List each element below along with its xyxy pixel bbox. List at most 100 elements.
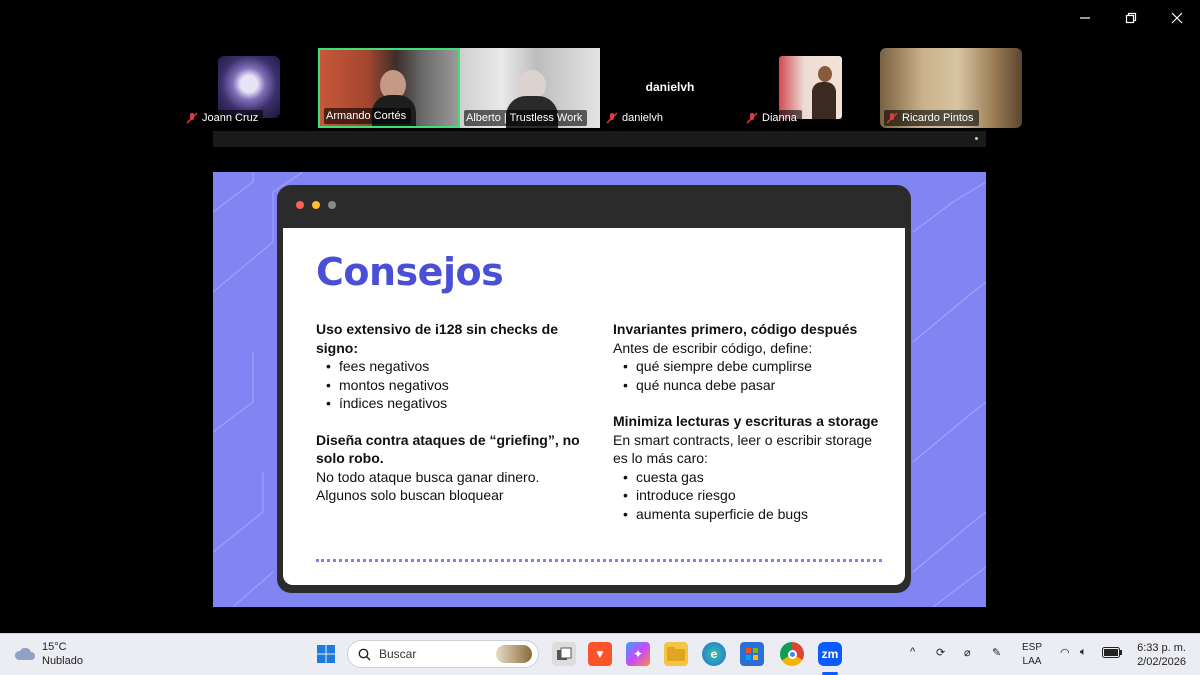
task-view-button[interactable] [552, 642, 576, 666]
block-title: Diseña contra ataques de “griefing”, no … [316, 431, 580, 467]
battery-icon [1102, 647, 1122, 658]
text-line: Antes de escribir código, define: [613, 339, 813, 356]
pen-button[interactable]: ✎ [992, 646, 1001, 659]
participant-tile-joann[interactable]: Joann Cruz [180, 48, 318, 128]
list-item: qué nunca debe pasar [623, 376, 893, 395]
window-controls [1062, 6, 1200, 30]
wifi-icon: ◠ [1060, 647, 1070, 659]
bullet-list: cuesta gas introduce riesgo aumenta supe… [613, 468, 893, 524]
windows-taskbar: 15°C Nublado Buscar ▼ ✦ e zm ^ ⟳ ⌀ ✎ ESP… [0, 633, 1200, 675]
edge-browser-button[interactable]: e [702, 642, 726, 666]
list-item: qué siempre debe cumplirse [623, 357, 893, 376]
keyboard-layout: LAA [1022, 656, 1042, 667]
mic-off-icon [606, 112, 618, 124]
zoom-icon: zm [821, 647, 839, 661]
participant-tile-alberto[interactable]: Alberto | Trustless Work [460, 48, 600, 128]
restore-button[interactable] [1108, 6, 1154, 30]
weather-desc: Nublado [42, 655, 83, 667]
volume-button[interactable]: 🔈︎ [1080, 646, 1087, 659]
zoom-app-button[interactable]: zm [818, 642, 842, 666]
file-explorer-button[interactable] [664, 642, 688, 666]
store-icon [746, 648, 758, 660]
text-line: Algunos solo buscan bloquear [316, 487, 504, 503]
participant-name: Alberto | Trustless Work [466, 112, 583, 124]
text-line: En smart contracts, leer o escribir stor… [613, 431, 873, 448]
mic-off-icon [186, 112, 198, 124]
slide-content: Consejos Uso extensivo de i128 sin check… [283, 228, 905, 585]
start-button[interactable] [314, 642, 338, 666]
task-view-icon [557, 647, 572, 660]
list-item: fees negativos [326, 357, 596, 376]
speaker-icon: 🔈︎ [1080, 646, 1087, 658]
participant-tile-dianna[interactable]: Dianna [740, 48, 880, 128]
recording-indicator [975, 137, 978, 140]
search-icon [358, 648, 371, 660]
folder-icon [667, 647, 685, 661]
brave-browser-button[interactable]: ▼ [588, 642, 612, 666]
input-language-button[interactable]: ESP LAA [1022, 641, 1042, 669]
person-silhouette [818, 66, 832, 82]
system-clock[interactable]: 6:33 p. m. 2/02/2026 [1137, 641, 1186, 669]
gray-dot [328, 201, 336, 209]
right-column: Invariantes primero, código después Ante… [613, 320, 893, 523]
chrome-browser-button[interactable] [780, 642, 804, 666]
pen-icon: ✎ [992, 647, 1002, 659]
cloud-icon [14, 647, 35, 660]
slide-title: Consejos [316, 250, 504, 294]
minimize-icon [1080, 17, 1090, 19]
minimize-button[interactable] [1062, 6, 1108, 30]
microsoft-store-button[interactable] [740, 642, 764, 666]
participant-name: Armando Cortés [326, 110, 407, 122]
search-placeholder: Buscar [379, 647, 417, 661]
edge-icon: e [710, 647, 718, 661]
yellow-dot [312, 201, 320, 209]
participant-name: Ricardo Pintos [902, 112, 974, 124]
brave-icon: ▼ [594, 647, 606, 661]
participant-tile-danielvh[interactable]: danielvh danielvh [600, 48, 740, 128]
mic-off-icon [746, 112, 758, 124]
network-off-button[interactable]: ⌀ [964, 646, 971, 659]
language-code: ESP [1022, 642, 1043, 653]
red-dot [296, 201, 304, 209]
close-icon [1171, 12, 1183, 24]
block-title: Uso extensivo de i128 sin checks de sign… [316, 321, 559, 356]
weather-widget[interactable]: 15°C Nublado [14, 640, 83, 668]
left-column: Uso extensivo de i128 sin checks de sign… [316, 320, 596, 505]
clock-date: 2/02/2026 [1137, 656, 1186, 668]
list-item: aumenta superficie de bugs [623, 505, 893, 524]
text-line: No todo ataque busca ganar dinero. [316, 468, 540, 485]
search-highlight-image [496, 645, 532, 663]
windows-logo-icon [317, 645, 335, 663]
participant-tile-ricardo[interactable]: Ricardo Pintos [880, 48, 1022, 128]
sync-button[interactable]: ⟳ [936, 646, 945, 659]
battery-button[interactable] [1102, 647, 1122, 661]
list-item: introduce riesgo [623, 486, 893, 505]
copilot-button[interactable]: ✦ [626, 642, 650, 666]
browser-window-mockup: Consejos Uso extensivo de i128 sin check… [277, 185, 911, 593]
no-network-icon: ⌀ [964, 647, 971, 659]
shared-slide: Consejos Uso extensivo de i128 sin check… [213, 172, 986, 607]
dotted-divider [316, 559, 882, 562]
list-item: cuesta gas [623, 468, 893, 487]
bullet-list: fees negativos montos negativos índices … [316, 357, 596, 413]
block-title: Invariantes primero, código después [613, 321, 858, 337]
share-toolbar-strip [213, 131, 986, 147]
participant-tile-armando[interactable]: Armando Cortés [318, 48, 460, 128]
participant-name: Dianna [762, 112, 797, 124]
wifi-button[interactable]: ◠ [1060, 646, 1070, 659]
list-item: índices negativos [326, 394, 596, 413]
show-hidden-icons-button[interactable]: ^ [910, 646, 915, 658]
weather-temp: 15°C [42, 641, 67, 653]
participant-name: Joann Cruz [202, 112, 259, 124]
bullet-list: qué siempre debe cumplirse qué nunca deb… [613, 357, 893, 394]
restore-icon [1125, 12, 1137, 24]
close-button[interactable] [1154, 6, 1200, 30]
sync-icon: ⟳ [936, 647, 946, 659]
clock-time: 6:33 p. m. [1137, 642, 1186, 654]
chevron-up-icon: ^ [910, 646, 916, 658]
copilot-icon: ✦ [632, 647, 644, 661]
text-line: es lo más caro: [613, 450, 708, 466]
participant-name: danielvh [622, 112, 663, 124]
chrome-icon [787, 649, 797, 659]
taskbar-search[interactable]: Buscar [347, 640, 539, 668]
